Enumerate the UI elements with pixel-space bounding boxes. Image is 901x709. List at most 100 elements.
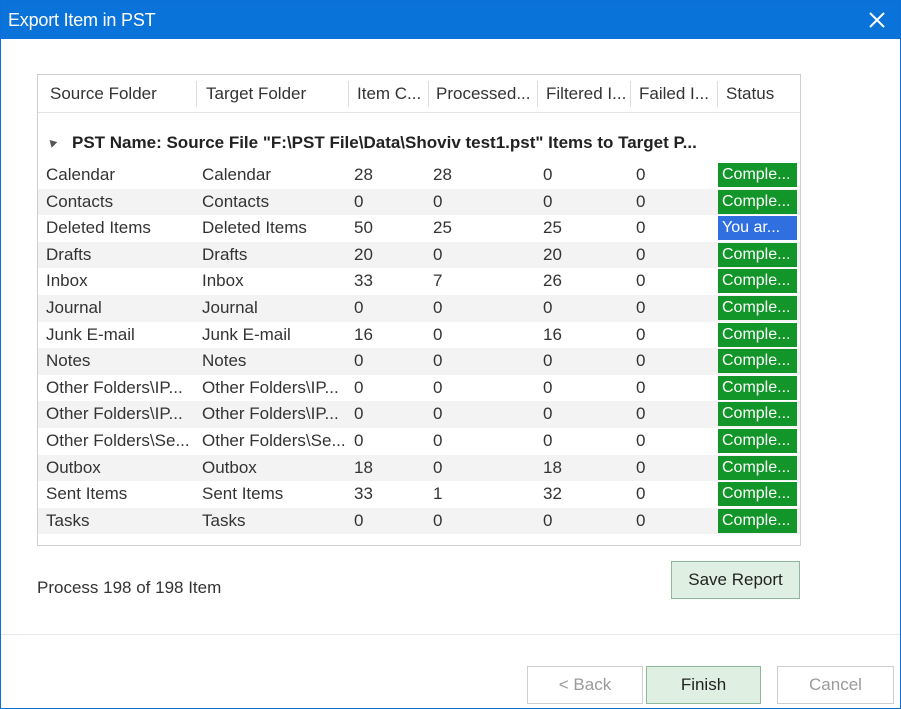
cell-item-count: 0 bbox=[354, 404, 364, 424]
table-row[interactable]: Inbox Inbox 33 7 26 0 Comple... bbox=[38, 268, 800, 295]
column-header-target-folder[interactable]: Target Folder bbox=[198, 75, 348, 112]
cell-failed-items: 0 bbox=[636, 244, 646, 264]
cell-target-folder: Calendar bbox=[202, 165, 271, 184]
table-row[interactable]: Tasks Tasks 0 0 0 0 Comple... bbox=[38, 507, 800, 535]
cancel-button[interactable]: Cancel bbox=[777, 666, 894, 704]
cell-filtered-items: 0 bbox=[543, 430, 553, 450]
status-badge: You ar... bbox=[718, 216, 797, 241]
cell-source-folder: Journal bbox=[46, 297, 102, 317]
collapse-triangle-icon[interactable] bbox=[46, 137, 58, 148]
cell-filtered-items: 0 bbox=[543, 351, 553, 371]
table-row[interactable]: Drafts Drafts 20 0 20 0 Comple... bbox=[38, 241, 800, 269]
cell-source-folder: Other Folders\Se... bbox=[46, 430, 190, 450]
export-dialog: Export Item in PST Source Folder Target … bbox=[0, 0, 901, 709]
cell-failed-items: 0 bbox=[636, 297, 646, 317]
cell-source-folder: Junk E-mail bbox=[46, 324, 135, 344]
cell-filtered-items: 0 bbox=[543, 510, 553, 530]
cell-item-count: 0 bbox=[354, 297, 364, 317]
cell-item-count: 20 bbox=[354, 244, 373, 264]
status-badge: Comple... bbox=[718, 482, 797, 507]
close-button[interactable] bbox=[854, 1, 900, 39]
column-header-item-count[interactable]: Item C... bbox=[349, 75, 429, 112]
cell-failed-items: 0 bbox=[636, 404, 646, 424]
table-row[interactable]: Other Folders\IP... Other Folders\IP... 0 0… bbox=[38, 401, 800, 428]
table-row[interactable]: Other Folders\IP... Other Folders\IP... 0 0… bbox=[38, 375, 800, 402]
table-row[interactable]: Outbox Outbox 18 0 18 0 Comple... bbox=[38, 454, 800, 482]
cell-item-count: 50 bbox=[354, 218, 373, 238]
cell-source-folder: Drafts bbox=[46, 244, 92, 264]
cell-failed-items: 0 bbox=[636, 324, 646, 344]
cell-filtered-items: 32 bbox=[543, 484, 562, 504]
cell-failed-items: 0 bbox=[636, 457, 646, 477]
column-header-status[interactable]: Status bbox=[718, 75, 800, 112]
table-row[interactable]: Other Folders\Se... Other Folders\Se... 0 0… bbox=[38, 428, 800, 455]
cell-source-folder: Other Folders\IP... bbox=[46, 404, 183, 424]
back-button[interactable]: < Back bbox=[527, 666, 643, 704]
cell-failed-items: 0 bbox=[636, 430, 646, 450]
table-row[interactable]: Sent Items Sent Items 33 1 32 0 Comple... bbox=[38, 481, 800, 508]
cell-processed: 0 bbox=[433, 457, 443, 477]
cell-processed: 0 bbox=[433, 244, 443, 264]
cell-processed: 0 bbox=[433, 351, 443, 371]
cell-target-folder: Sent Items bbox=[202, 484, 284, 504]
cell-processed: 1 bbox=[433, 484, 443, 504]
cell-item-count: 33 bbox=[354, 271, 373, 291]
status-badge: Comple... bbox=[718, 295, 797, 320]
cell-processed: 0 bbox=[433, 297, 443, 317]
cell-source-folder: Outbox bbox=[46, 457, 101, 477]
cell-target-folder: Tasks bbox=[202, 510, 246, 530]
finish-button[interactable]: Finish bbox=[646, 666, 761, 704]
cell-processed: 0 bbox=[433, 191, 443, 211]
column-header-processed[interactable]: Processed... bbox=[428, 75, 538, 112]
cell-source-folder: Inbox bbox=[46, 271, 88, 291]
cell-filtered-items: 0 bbox=[543, 404, 553, 424]
cell-target-folder: Junk E-mail bbox=[202, 324, 291, 344]
cell-source-folder: Contacts bbox=[46, 191, 114, 211]
cell-filtered-items: 0 bbox=[543, 191, 553, 211]
status-badge: Comple... bbox=[718, 322, 797, 347]
cell-target-folder: Outbox bbox=[202, 457, 257, 477]
title-bar: Export Item in PST bbox=[1, 1, 900, 39]
status-badge: Comple... bbox=[718, 402, 797, 427]
table-row[interactable]: Notes Notes 0 0 0 0 Comple... bbox=[38, 348, 800, 375]
cell-source-folder: Sent Items bbox=[46, 484, 128, 504]
table-row[interactable]: Calendar Calendar 28 28 0 0 Comple... bbox=[38, 162, 800, 189]
cell-failed-items: 0 bbox=[636, 351, 646, 371]
status-badge: Comple... bbox=[718, 189, 797, 214]
cell-filtered-items: 16 bbox=[543, 324, 562, 344]
table-row[interactable]: Junk E-mail Junk E-mail 16 0 16 0 Comple... bbox=[38, 322, 800, 349]
cell-source-folder: Notes bbox=[46, 351, 91, 371]
column-header-source-folder[interactable]: Source Folder bbox=[42, 75, 195, 112]
cell-item-count: 0 bbox=[354, 430, 364, 450]
cell-target-folder: Deleted Items bbox=[202, 218, 307, 238]
cell-processed: 0 bbox=[433, 324, 443, 344]
table-row[interactable]: Journal Journal 0 0 0 0 Comple... bbox=[38, 294, 800, 322]
column-divider[interactable] bbox=[196, 81, 197, 107]
cell-failed-items: 0 bbox=[636, 271, 646, 291]
process-status-text: Process 198 of 198 Item bbox=[37, 578, 222, 597]
cell-filtered-items: 25 bbox=[543, 218, 562, 238]
cell-source-folder: Other Folders\IP... bbox=[46, 377, 183, 397]
table-row[interactable]: Contacts Contacts 0 0 0 0 Comple... bbox=[38, 188, 800, 216]
cell-item-count: 33 bbox=[354, 484, 373, 504]
group-header-pst[interactable]: PST Name: Source File "F:\PST File\Data\… bbox=[38, 127, 800, 161]
status-badge: Comple... bbox=[718, 163, 797, 187]
cell-item-count: 16 bbox=[354, 324, 373, 344]
cell-failed-items: 0 bbox=[636, 165, 646, 184]
column-header-filtered-items[interactable]: Filtered I... bbox=[538, 75, 630, 112]
save-report-button[interactable]: Save Report bbox=[671, 561, 800, 599]
status-badge: Comple... bbox=[718, 508, 797, 533]
export-results-list[interactable]: Source Folder Target Folder Item C... Pr… bbox=[37, 74, 801, 546]
cell-item-count: 18 bbox=[354, 457, 373, 477]
cell-processed: 0 bbox=[433, 510, 443, 530]
cell-target-folder: Other Folders\Se... bbox=[202, 430, 345, 450]
cell-failed-items: 0 bbox=[636, 484, 646, 504]
column-header-failed-items[interactable]: Failed I... bbox=[631, 75, 717, 112]
table-row[interactable]: Deleted Items Deleted Items 50 25 25 0 You ar.… bbox=[38, 215, 800, 242]
cell-target-folder: Journal bbox=[202, 297, 258, 317]
cell-item-count: 0 bbox=[354, 377, 364, 397]
cell-target-folder: Other Folders\IP... bbox=[202, 404, 339, 424]
status-badge: Comple... bbox=[718, 242, 797, 267]
group-label: PST Name: Source File "F:\PST File\Data\… bbox=[72, 133, 697, 152]
cell-target-folder: Notes bbox=[202, 351, 247, 371]
